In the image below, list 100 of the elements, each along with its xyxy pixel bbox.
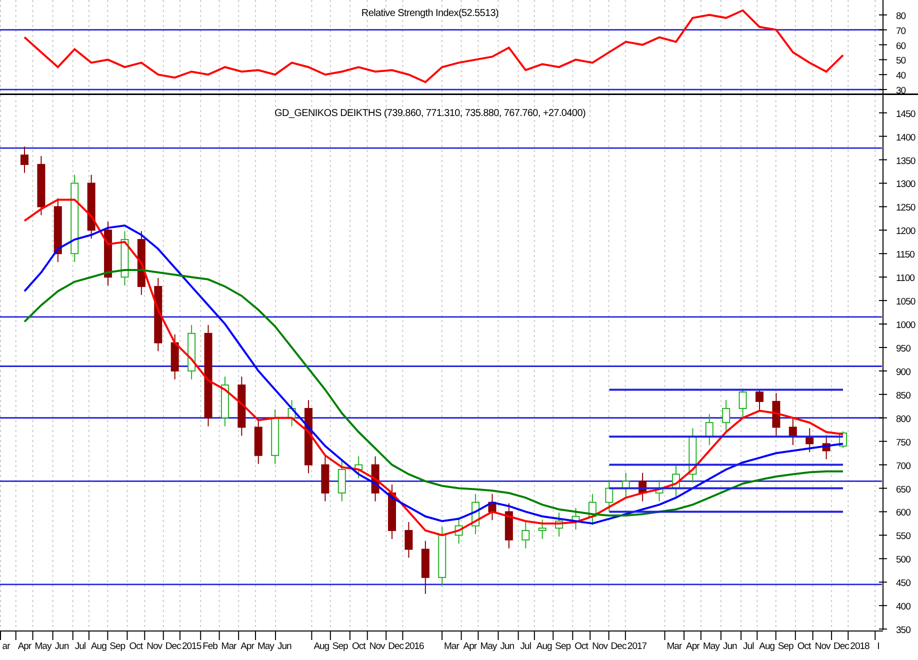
falling-candlestick (54, 198, 62, 263)
falling-candlestick (254, 418, 262, 464)
axis-label: 1050 (896, 296, 916, 308)
axis-label: 1000 (896, 320, 916, 332)
axis-label: Jul (74, 641, 86, 652)
axis-label: 30 (896, 86, 906, 95)
axis-label: Jul (743, 641, 754, 652)
axis-label: Apr (18, 641, 32, 652)
falling-candlestick (37, 156, 46, 216)
axis-label: 1200 (896, 226, 916, 238)
axis-label: 50 (896, 56, 906, 67)
rising-candlestick (722, 400, 730, 432)
rising-candlestick (655, 479, 664, 502)
falling-candlestick (404, 522, 413, 558)
axis-label: Nov (146, 641, 162, 652)
rising-candlestick (538, 519, 546, 540)
axis-label: 1100 (896, 273, 914, 284)
rising-candlestick (454, 516, 463, 544)
falling-candlestick (87, 174, 96, 240)
falling-candlestick (371, 456, 380, 502)
falling-candlestick (504, 502, 513, 549)
axis-label: Apr (463, 641, 477, 652)
falling-candlestick (170, 334, 179, 380)
axis-label: 80 (896, 10, 906, 22)
axis-label: May (257, 641, 274, 652)
axis-label: Nov (592, 641, 608, 652)
axis-label: 1400 (896, 132, 916, 144)
axis-label: Mar (666, 641, 682, 652)
axis-label: 400 (896, 602, 910, 613)
rising-candlestick (271, 408, 280, 464)
axis-label: Aug (314, 641, 330, 652)
falling-candlestick (421, 540, 430, 594)
axis-label: 800 (896, 414, 910, 425)
rising-candlestick (338, 460, 346, 502)
falling-candlestick (20, 146, 28, 174)
axis-label: Sep (778, 641, 794, 652)
falling-candlestick (788, 418, 797, 446)
axis-label: 450 (896, 578, 910, 590)
axis-label: Oct (129, 641, 142, 652)
axis-label: Apr (686, 641, 700, 652)
falling-candlestick (104, 221, 112, 286)
axis-label: 950 (896, 343, 910, 354)
rising-candlestick (220, 376, 229, 427)
axis-label: 1250 (896, 202, 916, 214)
axis-label: Dec (610, 641, 626, 652)
rising-candlestick (354, 456, 363, 478)
axis-label: 60 (896, 40, 906, 52)
axis-label: Sep (555, 641, 571, 652)
axis-label: Sep (110, 641, 126, 652)
axis-label: Aug (536, 641, 552, 652)
falling-candlestick (321, 456, 330, 502)
axis-label: 70 (896, 26, 906, 37)
rising-candlestick (288, 400, 296, 427)
falling-candlestick (238, 376, 246, 436)
axis-label: 1450 (896, 108, 916, 120)
rising-candlestick (738, 388, 747, 418)
rising-candlestick (688, 428, 697, 484)
axis-label: 700 (896, 460, 910, 472)
axis-label: 2015 (182, 641, 202, 652)
axis-label: 900 (896, 366, 910, 378)
chart-title: GD_GENIKOS DEIKTHS (739.860, 771.310, 735.880, 767.760, +27.0400) (274, 108, 586, 119)
axis-label: Oct (352, 641, 366, 652)
rising-candlestick (120, 230, 129, 286)
falling-candlestick (772, 392, 780, 436)
axis-label: 550 (896, 531, 910, 542)
axis-label: 1350 (896, 156, 916, 167)
axis-label: Jun (722, 641, 737, 652)
rising-candlestick (705, 414, 714, 446)
rising-candlestick (672, 465, 680, 498)
axis-label: Oct (797, 641, 811, 652)
axis-label: Dec (165, 641, 181, 652)
axis-label: 2016 (404, 641, 424, 652)
falling-candlestick (756, 390, 764, 410)
axis-label: Jun (278, 641, 292, 652)
axis-label: 2018 (850, 641, 870, 652)
rising-candlestick (572, 507, 580, 530)
rising-candlestick (188, 324, 196, 380)
falling-candlestick (806, 428, 814, 453)
falling-candlestick (488, 493, 496, 521)
axis-label: Sep (332, 641, 348, 652)
axis-label: I (877, 641, 880, 652)
axis-label: May (702, 641, 720, 652)
axis-label: 500 (896, 554, 910, 566)
axis-label: Aug (90, 641, 106, 652)
axis-label: 2017 (627, 641, 647, 652)
axis-label: Mar (444, 641, 459, 652)
axis-label: Nov (814, 641, 830, 652)
axis-label: Mar (221, 641, 236, 652)
rising-candlestick (555, 512, 564, 538)
falling-candlestick (388, 484, 396, 540)
rising-candlestick (622, 472, 630, 498)
rising-candlestick (522, 522, 530, 549)
axis-label: ar (2, 641, 10, 652)
axis-label: Jul (520, 641, 531, 652)
falling-candlestick (638, 472, 647, 502)
axis-label: 1300 (896, 179, 916, 190)
axis-label: 650 (896, 484, 910, 496)
chart-title: Relative Strength Index(52.5513) (361, 8, 499, 19)
axis-label: Jun (500, 641, 514, 652)
axis-label: Nov (369, 641, 385, 652)
